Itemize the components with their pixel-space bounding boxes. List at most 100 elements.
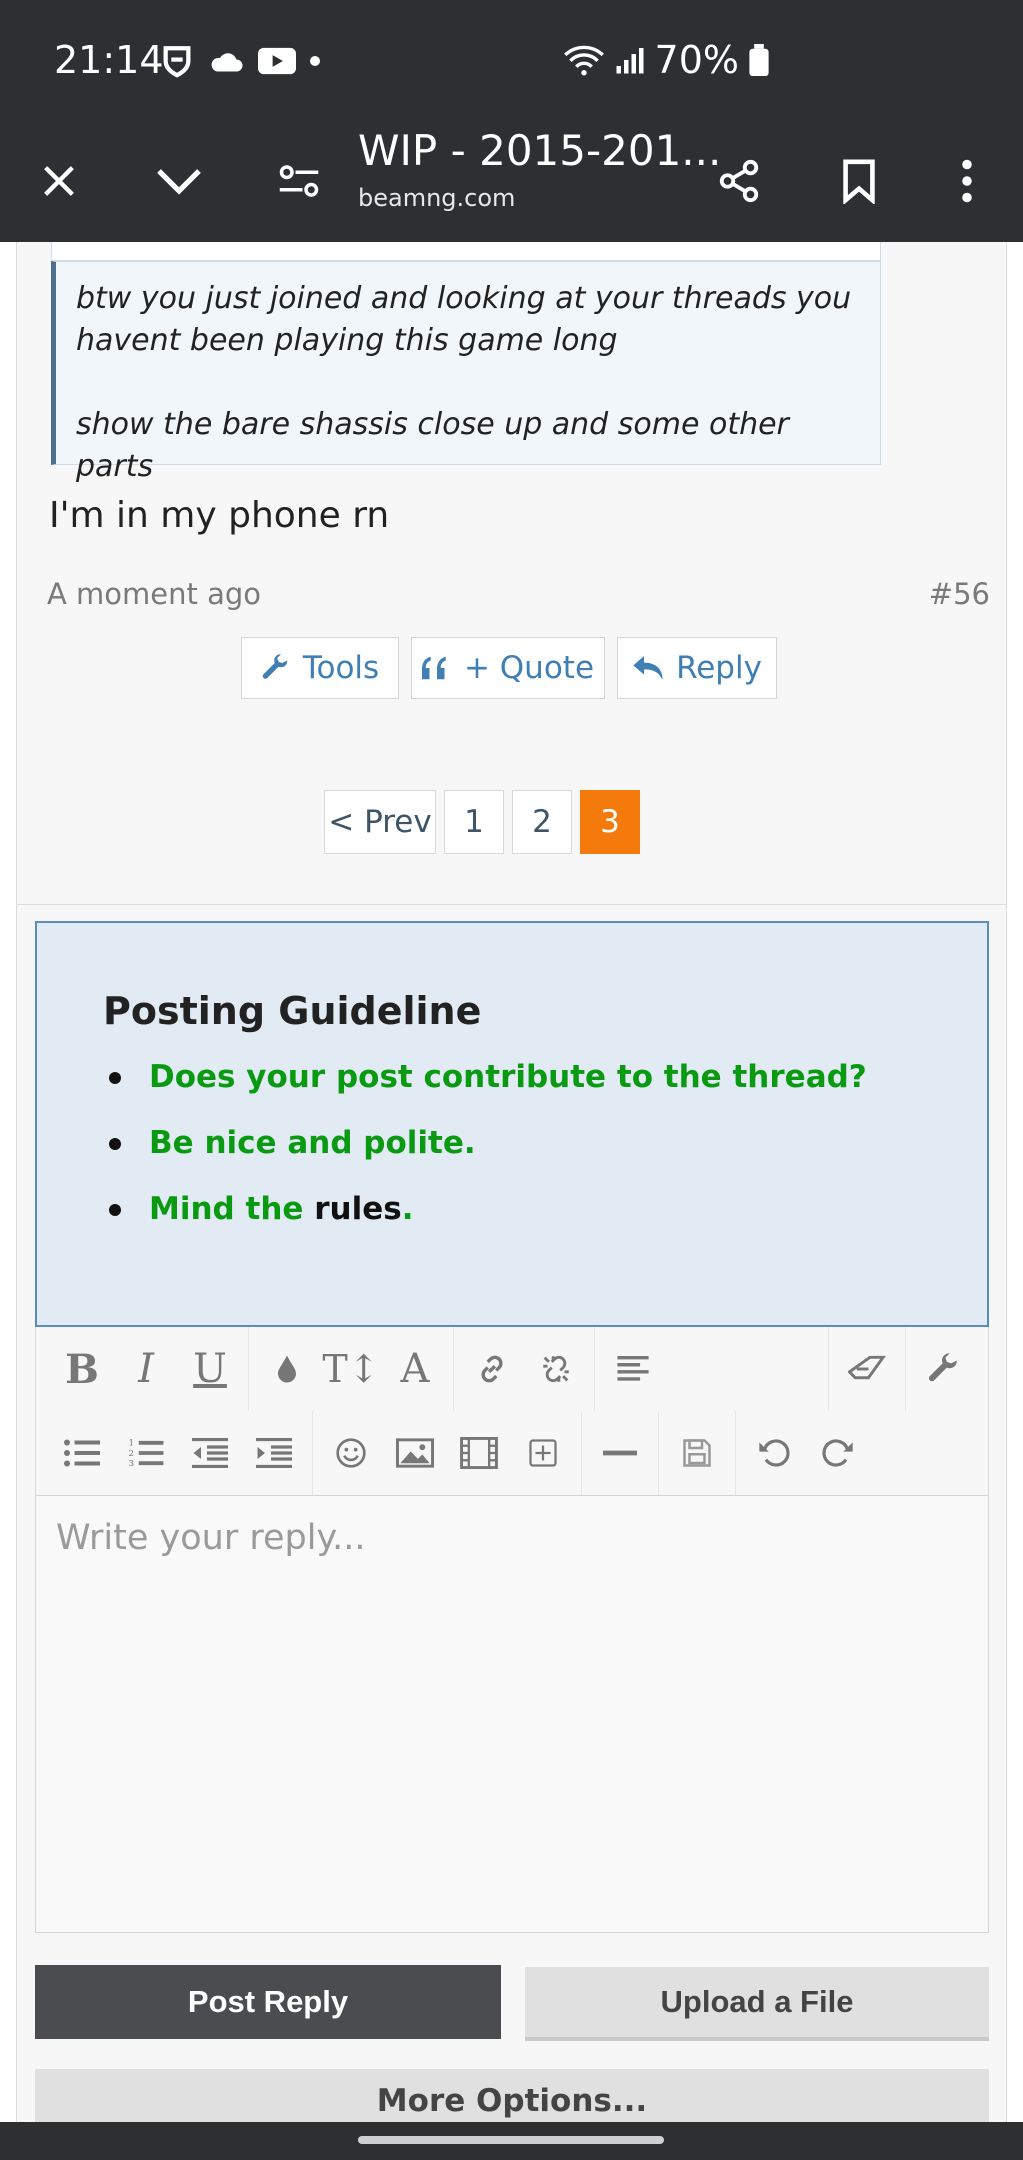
link-button[interactable] bbox=[460, 1337, 524, 1401]
editor-toolbar-row: B I U T↕ A bbox=[36, 1327, 990, 1411]
guideline-item-text: Be nice and polite. bbox=[149, 1125, 476, 1161]
more-vert-icon bbox=[962, 159, 972, 203]
quote-line: show the bare shassis close up and some … bbox=[76, 407, 789, 484]
guideline-item: Does your post contribute to the thread? bbox=[109, 1057, 867, 1123]
svg-text:2: 2 bbox=[129, 1449, 135, 1459]
gesture-handle[interactable] bbox=[358, 2136, 664, 2144]
italic-icon: I bbox=[138, 1346, 154, 1392]
guideline-item-text: Does your post contribute to the thread? bbox=[149, 1059, 867, 1095]
undo-button[interactable] bbox=[742, 1421, 806, 1485]
font-size-button[interactable]: T↕ bbox=[319, 1337, 383, 1401]
notification-dot bbox=[310, 56, 320, 66]
smilie-button[interactable] bbox=[319, 1421, 383, 1485]
text-color-icon bbox=[278, 1355, 296, 1383]
guideline-item-text: Mind the bbox=[149, 1191, 315, 1227]
unlink-button[interactable] bbox=[524, 1337, 588, 1401]
quoted-text: btw you just joined and looking at your … bbox=[51, 261, 881, 484]
remove-format-icon bbox=[848, 1355, 886, 1380]
android-nav-bar bbox=[0, 2122, 1023, 2160]
underline-icon: U bbox=[193, 1346, 227, 1392]
signal-icon bbox=[616, 48, 644, 74]
close-button[interactable] bbox=[24, 146, 94, 216]
more-options-menu-button[interactable] bbox=[932, 146, 1002, 216]
pagination: < Prev 1 2 3 bbox=[324, 790, 648, 854]
editor-toolbar-row: 123 bbox=[36, 1411, 990, 1495]
quote-header bbox=[51, 242, 881, 261]
italic-button[interactable]: I bbox=[114, 1337, 178, 1401]
reply-icon bbox=[633, 656, 663, 680]
quote-icon bbox=[421, 656, 446, 680]
site-settings-button[interactable] bbox=[264, 146, 334, 216]
upload-file-button[interactable]: Upload a File bbox=[525, 1967, 989, 2041]
bulleted-list-button[interactable] bbox=[50, 1421, 114, 1485]
message-body: I'm in my phone rn bbox=[49, 495, 390, 536]
svg-text:1: 1 bbox=[129, 1439, 135, 1449]
media-button[interactable] bbox=[447, 1421, 511, 1485]
svg-text:3: 3 bbox=[129, 1459, 135, 1469]
rules-link[interactable]: rules bbox=[314, 1191, 401, 1227]
reply-input[interactable] bbox=[56, 1518, 968, 1558]
smilie-icon bbox=[336, 1438, 366, 1468]
quote-button[interactable]: + Quote bbox=[411, 637, 605, 699]
redo-icon bbox=[822, 1439, 853, 1467]
horizontal-rule-button[interactable] bbox=[588, 1421, 652, 1485]
page-link-2[interactable]: 2 bbox=[512, 790, 572, 854]
page-link-3-current[interactable]: 3 bbox=[580, 790, 640, 854]
page-title: WIP - 2015-201... bbox=[358, 126, 722, 175]
bold-icon: B bbox=[65, 1345, 99, 1393]
more-options-button[interactable]: More Options... bbox=[35, 2069, 989, 2122]
share-icon bbox=[719, 159, 759, 203]
save-draft-icon bbox=[683, 1439, 711, 1467]
post-timestamp[interactable]: A moment ago bbox=[47, 577, 261, 611]
guideline-list: Does your post contribute to the thread?… bbox=[109, 1057, 867, 1255]
horizontal-rule-icon bbox=[603, 1450, 637, 1456]
tools-button[interactable]: Tools bbox=[241, 637, 399, 699]
page-link-1[interactable]: 1 bbox=[444, 790, 504, 854]
align-button[interactable] bbox=[601, 1337, 665, 1401]
reply-button[interactable]: Reply bbox=[617, 637, 777, 699]
vpn-shield-icon bbox=[163, 46, 191, 78]
close-icon bbox=[44, 166, 74, 196]
wrench-icon bbox=[262, 654, 288, 679]
remove-format-button[interactable] bbox=[835, 1337, 899, 1401]
undo-icon bbox=[759, 1439, 790, 1467]
underline-button[interactable]: U bbox=[178, 1337, 242, 1401]
quote-line: btw you just joined and looking at your … bbox=[76, 281, 852, 316]
tools-label: Tools bbox=[302, 650, 380, 686]
bold-button[interactable]: B bbox=[50, 1337, 114, 1401]
page-content: btw you just joined and looking at your … bbox=[0, 242, 1023, 2122]
post-number[interactable]: #56 bbox=[929, 577, 990, 611]
bookmark-icon bbox=[843, 159, 875, 204]
editor-toolbar: B I U T↕ A 1 2 3 bbox=[35, 1327, 989, 1495]
quote-line: havent been playing this game long bbox=[76, 323, 618, 358]
guideline-item: Mind the rules. bbox=[109, 1189, 867, 1255]
notification-icons bbox=[160, 44, 320, 78]
insert-button[interactable] bbox=[511, 1421, 575, 1485]
indent-button[interactable] bbox=[242, 1421, 306, 1485]
reply-textarea[interactable] bbox=[35, 1495, 989, 1933]
cloud-icon bbox=[211, 53, 243, 72]
guideline-item: Be nice and polite. bbox=[109, 1123, 867, 1189]
font-family-icon: A bbox=[400, 1346, 430, 1392]
tools-editor-button[interactable] bbox=[912, 1337, 976, 1401]
prev-page-link[interactable]: < Prev bbox=[324, 790, 436, 854]
save-draft-button[interactable] bbox=[665, 1421, 729, 1485]
bookmark-button[interactable] bbox=[824, 146, 894, 216]
indent-icon bbox=[256, 1438, 292, 1468]
numbered-list-icon: 123 bbox=[129, 1439, 164, 1469]
redo-button[interactable] bbox=[806, 1421, 870, 1485]
guideline-item-suffix: . bbox=[401, 1191, 414, 1227]
post-reply-button[interactable]: Post Reply bbox=[35, 1965, 501, 2039]
numbered-list-button[interactable]: 123 bbox=[114, 1421, 178, 1485]
image-button[interactable] bbox=[383, 1421, 447, 1485]
outdent-button[interactable] bbox=[178, 1421, 242, 1485]
youtube-icon bbox=[258, 47, 296, 75]
guideline-title: Posting Guideline bbox=[103, 989, 482, 1033]
quote-label: + Quote bbox=[463, 650, 595, 686]
tools-icon bbox=[928, 1353, 957, 1382]
image-icon bbox=[396, 1438, 434, 1468]
minimize-button[interactable] bbox=[144, 146, 214, 216]
tune-icon bbox=[279, 165, 319, 197]
font-family-button[interactable]: A bbox=[383, 1337, 447, 1401]
text-color-button[interactable] bbox=[255, 1337, 319, 1401]
